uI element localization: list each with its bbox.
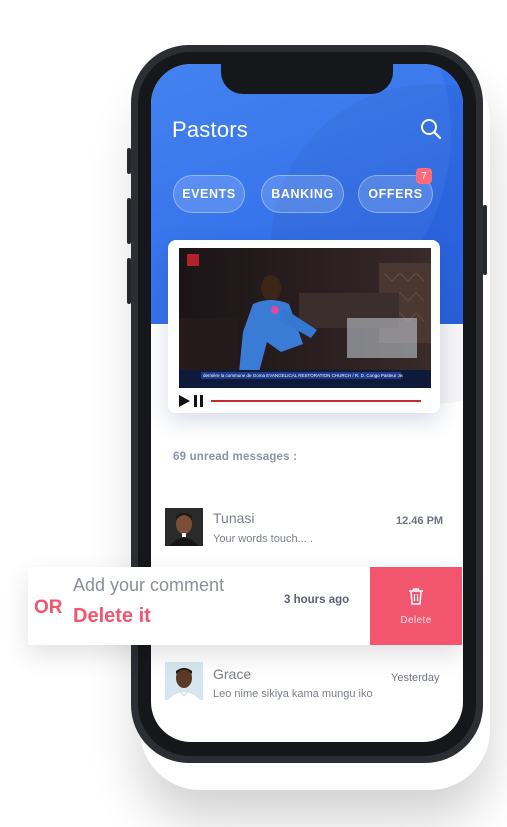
- message-sender-name: Grace: [213, 666, 252, 682]
- filter-events-button[interactable]: EVENTS: [173, 175, 245, 213]
- delete-it-label[interactable]: Delete it: [73, 605, 151, 628]
- message-time: 3 hours ago: [284, 594, 350, 606]
- search-icon[interactable]: [419, 117, 443, 141]
- side-button-left-2: [127, 198, 131, 244]
- message-preview: Leo nime sikiya kama mungu iko: [213, 688, 373, 700]
- side-button-right: [483, 205, 487, 275]
- side-button-left-3: [127, 258, 131, 304]
- play-icon[interactable]: [179, 395, 190, 407]
- video-controls: [179, 394, 431, 408]
- avatar-grace: [165, 662, 203, 700]
- trash-icon: [409, 588, 423, 605]
- video-player[interactable]: dernière la commune de Goma EVANGELICAL …: [179, 248, 431, 388]
- message-time: Yesterday: [391, 672, 440, 684]
- delete-button-label: Delete: [400, 615, 432, 626]
- phone-notch: [221, 64, 393, 94]
- filter-banking-label: BANKING: [271, 187, 334, 201]
- video-frame-image: [179, 248, 431, 388]
- message-row-grace[interactable]: Grace Leo nime sikiya kama mungu iko Yes…: [151, 658, 463, 708]
- side-button-left-1: [127, 148, 131, 174]
- message-row-tunasi[interactable]: Tunasi Your words touch... . 12.46 PM: [151, 504, 463, 554]
- video-progress-fill: [211, 400, 421, 402]
- add-comment-label[interactable]: Add your comment: [73, 575, 224, 596]
- filter-offers-label: OFFERS: [368, 187, 423, 201]
- filter-banking-button[interactable]: BANKING: [261, 175, 344, 213]
- pause-icon[interactable]: [194, 395, 204, 407]
- message-time: 12.46 PM: [396, 515, 444, 527]
- avatar-tunasi: [165, 508, 203, 546]
- page-title: Pastors: [172, 117, 248, 142]
- or-label: OR: [34, 597, 63, 618]
- video-caption: dernière la commune de Goma EVANGELICAL …: [203, 373, 403, 378]
- video-card: dernière la commune de Goma EVANGELICAL …: [168, 240, 440, 413]
- message-preview: Your words touch... .: [213, 533, 313, 545]
- video-progress-track[interactable]: [211, 400, 421, 402]
- message-sender-name: Tunasi: [213, 510, 255, 526]
- filter-events-label: EVENTS: [182, 187, 236, 201]
- delete-button[interactable]: Delete: [370, 567, 462, 645]
- unread-messages-count: 69 unread messages :: [173, 451, 298, 463]
- offers-count-badge: 7: [416, 168, 432, 184]
